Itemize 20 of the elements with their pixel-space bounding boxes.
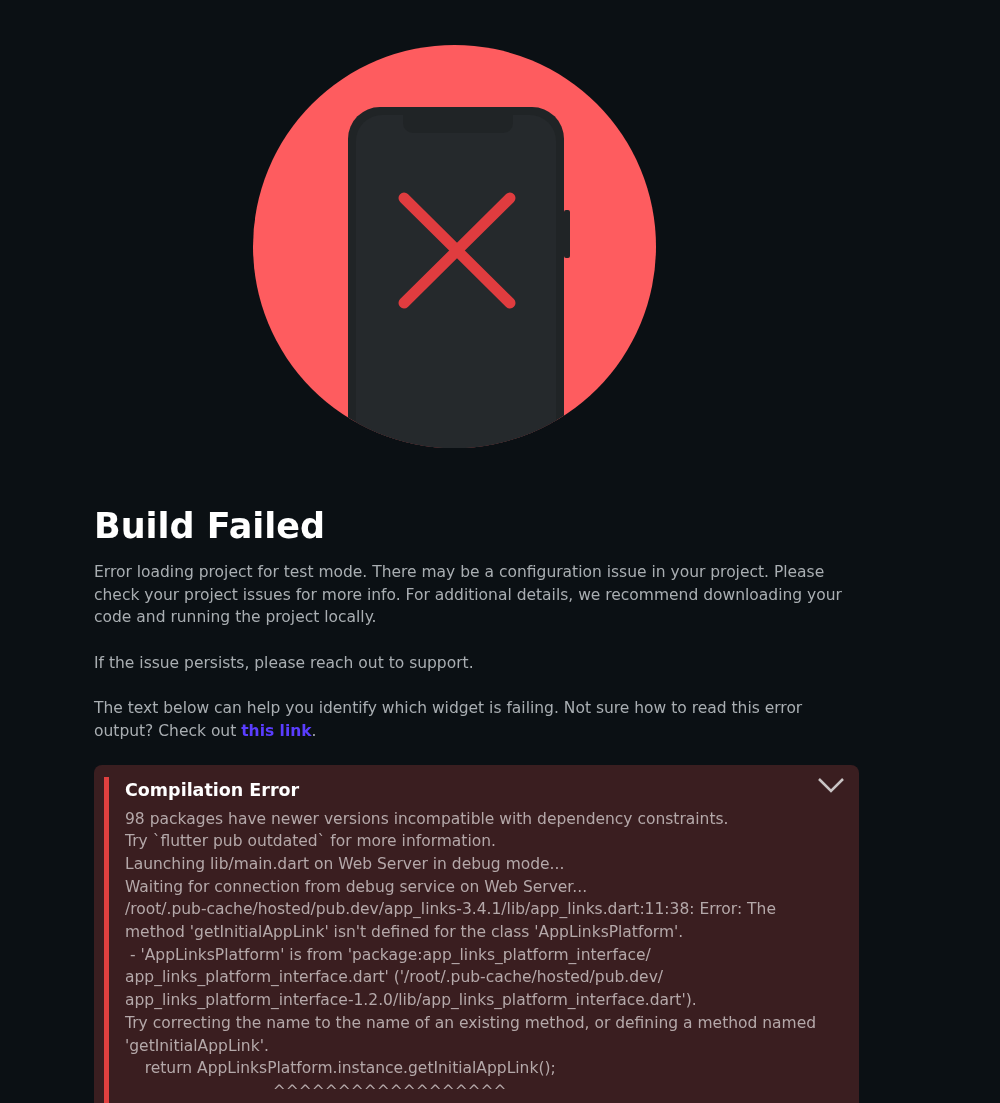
output-line: 'getInitialAppLink'. [125,1035,270,1057]
output-line: Launching lib/main.dart on Web Server in debug mode... [125,853,566,875]
output-line: Try `flutter pub outdated` for more information. [125,831,497,853]
output-line: ^^^^^^^^^^^^^^^^^^ [271,1080,508,1102]
help-link[interactable]: this link [241,721,312,740]
panel-title: Compilation Error [125,779,300,803]
output-line: 98 packages have newer versions incompatible with dependency constraints. [125,808,730,830]
output-line: /root/.pub-cache/hosted/pub.dev/app_links-3.4.1/lib/app_links.dart:11:38: Error: The [125,899,777,921]
body-text: Error loading project for test mode. There may be a configuration issue in your project. Please check your project issues for more info. For additional details, we recommend downloading your code and running the project locally. [94,562,843,629]
output-line: app_links_platform_interface.dart' ('/root/.pub-cache/hosted/pub.dev/ [125,967,665,989]
chevron-down-icon[interactable] [817,777,845,794]
output-line: Waiting for connection from debug service on Web Server... [125,876,589,898]
output-line: app_links_platform_interface-1.2.0/lib/app_links_platform_interface.dart'). [125,990,698,1012]
help-text: The text below can help you identify which widget is failing. Not sure how to read this error output? Check out this link. [94,698,804,742]
output-line: return AppLinksPlatform.instance.getInitialAppLink(); [143,1058,557,1080]
body-text: If the issue persists, please reach out to support. [94,652,475,674]
output-line: method 'getInitialAppLink' isn't defined for the class 'AppLinksPlatform'. [125,922,685,944]
output-line: - 'AppLinksPlatform' is from 'package:app_links_platform_interface/ [128,944,652,966]
page-title: Build Failed [94,505,327,547]
output-line: Try correcting the name to the name of an existing method, or defining a method named [125,1012,818,1034]
